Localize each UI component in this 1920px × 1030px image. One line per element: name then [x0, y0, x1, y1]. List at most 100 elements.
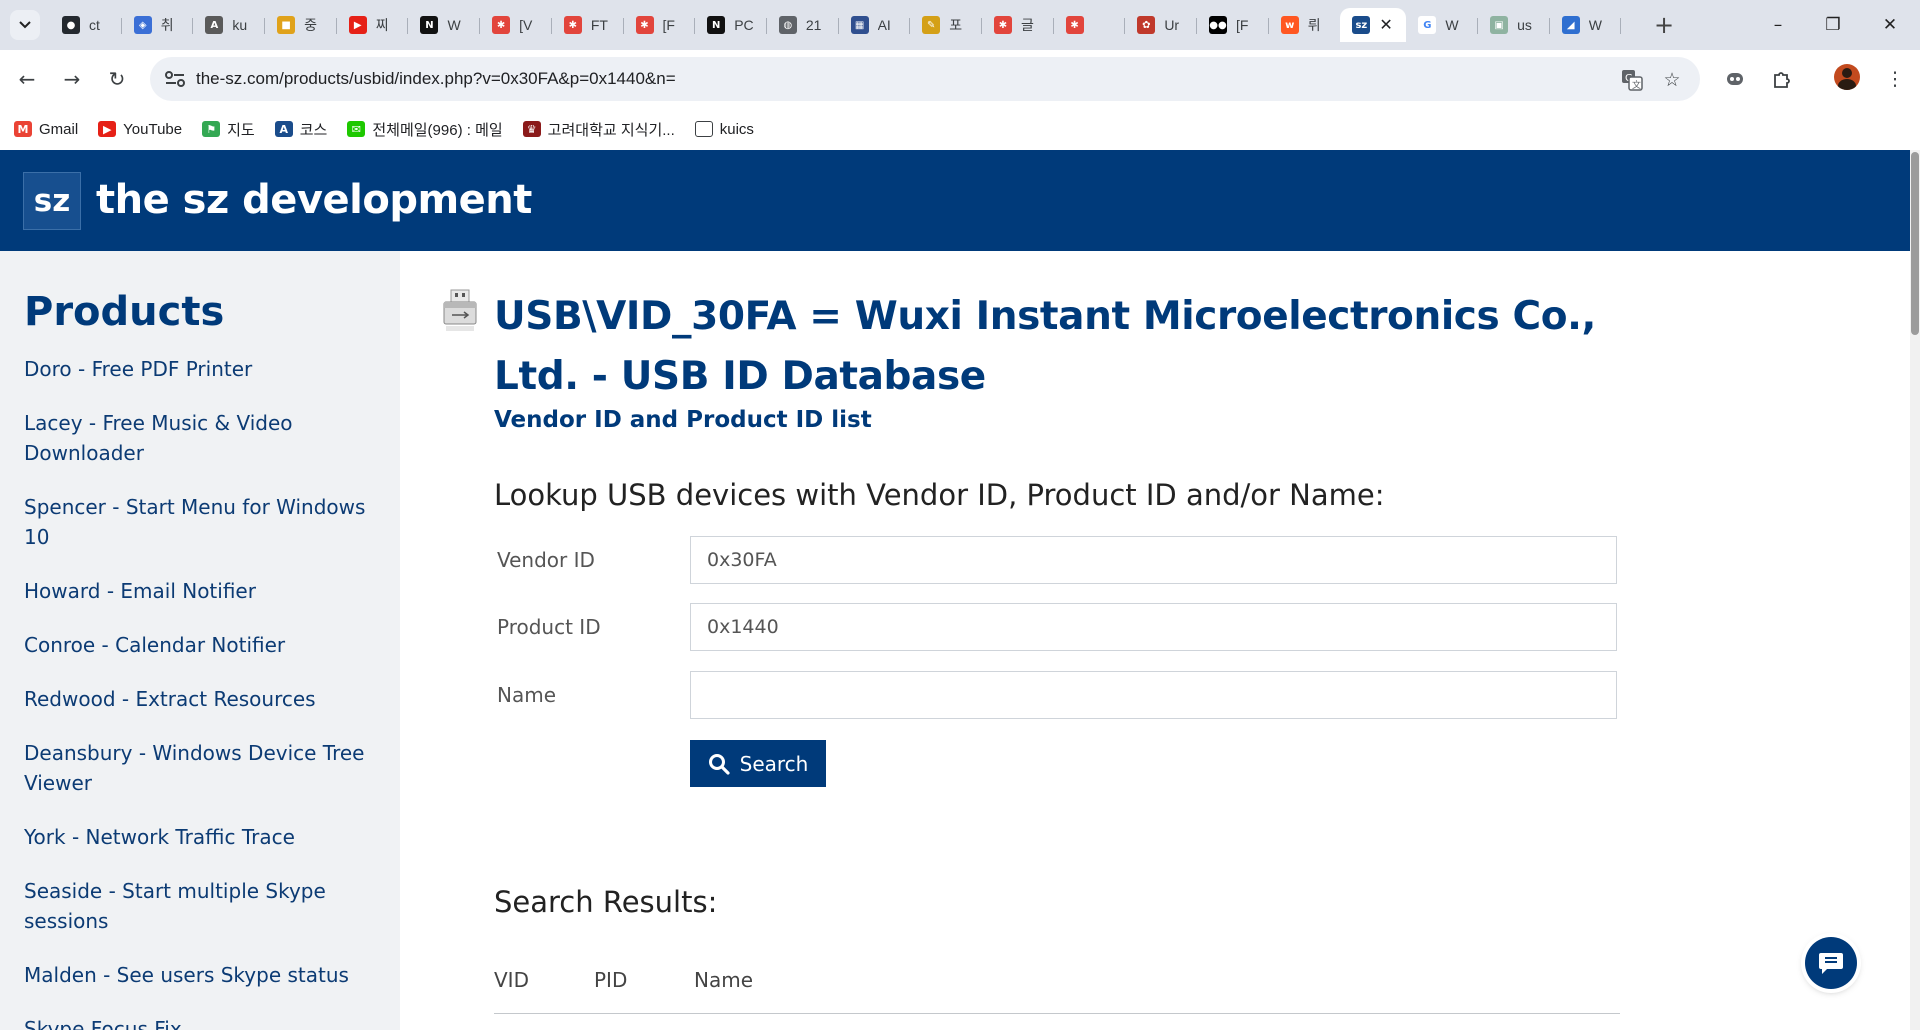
extensions-puzzle-icon[interactable]	[1767, 64, 1797, 94]
product-link-spencer[interactable]: Spencer - Start Menu for Windows 10	[24, 492, 384, 552]
tab[interactable]: ●● [F	[1197, 8, 1269, 42]
tab-title: PC	[734, 17, 754, 33]
tab-title: W	[1588, 17, 1602, 33]
svg-text:文: 文	[1632, 79, 1641, 91]
translate-icon[interactable]: G文	[1620, 68, 1644, 92]
name-label: Name	[497, 683, 557, 707]
product-link-redwood[interactable]: Redwood - Extract Resources	[24, 684, 384, 714]
tab[interactable]: w뤼	[1269, 8, 1341, 42]
close-window-button[interactable]: ✕	[1870, 10, 1910, 40]
site-header: sz the sz development	[0, 150, 1910, 251]
results-table-divider	[494, 1013, 1620, 1014]
tab[interactable]: ● ct	[50, 8, 122, 42]
column-header-pid[interactable]: PID	[594, 968, 627, 992]
bookmark-item[interactable]: ▭ kuics	[694, 120, 754, 138]
tab[interactable]: ✱ [V	[480, 8, 552, 42]
red-logo-icon: ✱	[1065, 16, 1084, 34]
tab-close-icon[interactable]: ✕	[1379, 15, 1392, 35]
bookmark-item[interactable]: M Gmail	[14, 121, 78, 138]
youtube-icon: ▶	[98, 121, 117, 137]
tab-title: Ur	[1164, 17, 1180, 33]
product-link-skype-focus-fix[interactable]: Skype Focus Fix	[24, 1014, 384, 1030]
github-icon: ●	[62, 16, 80, 34]
product-link-york[interactable]: York - Network Traffic Trace	[24, 822, 384, 852]
site-name[interactable]: the sz development	[96, 177, 532, 223]
restore-button[interactable]: ❐	[1813, 10, 1853, 40]
bookmark-item[interactable]: A 코스	[274, 119, 327, 140]
tab[interactable]: Aku	[193, 8, 265, 42]
minimize-button[interactable]: –	[1758, 10, 1798, 40]
tab[interactable]: ✱ 글	[982, 8, 1054, 42]
tab[interactable]: ▣ us	[1478, 8, 1550, 42]
tab[interactable]: ◍ 21	[767, 8, 839, 42]
tab[interactable]: N PC	[695, 8, 767, 42]
reload-button[interactable]: ↻	[102, 64, 132, 94]
results-heading: Search Results:	[494, 885, 718, 919]
product-link-doro[interactable]: Doro - Free PDF Printer	[24, 354, 384, 384]
bookmark-item[interactable]: ▶ YouTube	[98, 121, 182, 138]
site-info-icon[interactable]	[164, 69, 186, 89]
new-tab-button[interactable]: +	[1650, 10, 1678, 40]
tab[interactable]: ✱ FT	[552, 8, 624, 42]
tab[interactable]: ◈ 취	[122, 8, 194, 42]
bookmark-item[interactable]: ✉ 전체메일(996) : 메일	[347, 119, 503, 140]
bookmark-item[interactable]: ⚑ 지도	[202, 119, 255, 140]
product-link-malden[interactable]: Malden - See users Skype status	[24, 960, 384, 990]
tab[interactable]: ✿ Ur	[1125, 8, 1197, 42]
chat-bubble-icon	[1819, 953, 1843, 974]
maps-icon: ⚑	[202, 121, 221, 137]
tab[interactable]: ▦ AI	[839, 8, 911, 42]
product-link-conroe[interactable]: Conroe - Calendar Notifier	[24, 630, 384, 660]
bookmark-item[interactable]: ♛ 고려대학교 지식기...	[522, 119, 675, 140]
tab-active[interactable]: sz ✕	[1340, 8, 1407, 42]
tab-title: ku	[232, 17, 248, 33]
tab[interactable]: ✱ [F	[624, 8, 696, 42]
forward-button[interactable]: →	[57, 64, 87, 94]
name-input[interactable]	[690, 671, 1617, 719]
product-id-input[interactable]	[690, 603, 1617, 651]
tab[interactable]: ✱	[1054, 8, 1126, 42]
tab[interactable]: ◢ W	[1550, 8, 1622, 42]
google-icon: G	[1418, 16, 1437, 34]
column-header-name[interactable]: Name	[694, 968, 753, 992]
url-text[interactable]: the-sz.com/products/usbid/index.php?v=0x…	[196, 69, 676, 89]
extension-robot-icon[interactable]	[1720, 64, 1750, 94]
search-button[interactable]: Search	[690, 740, 826, 787]
column-header-vid[interactable]: VID	[494, 968, 529, 992]
ai-icon: ▦	[850, 16, 869, 34]
product-link-deansbury[interactable]: Deansbury - Windows Device Tree Viewer	[24, 738, 384, 798]
site-logo[interactable]: sz	[23, 172, 81, 230]
tab-title: 글	[1020, 17, 1034, 33]
tab[interactable]: ▶ 찌	[337, 8, 409, 42]
mail-icon: ✉	[347, 121, 366, 137]
tab[interactable]: ✎ 포	[910, 8, 982, 42]
crest-icon: ♛	[522, 121, 541, 137]
tab-title: [V	[519, 17, 533, 33]
back-button[interactable]: ←	[12, 64, 42, 94]
notion-icon: N	[707, 16, 726, 34]
tab[interactable]: NW	[408, 8, 480, 42]
bookmarks-bar: M Gmail ▶ YouTube ⚑ 지도 A 코스 ✉ 전체메일(996) : 메일 ♛ 고려대학…	[0, 108, 1920, 150]
gmail-icon: M	[14, 121, 32, 137]
main-content: USB\VID_30FA = Wuxi Instant Microelectro…	[400, 251, 1910, 1030]
vendor-id-input[interactable]	[690, 536, 1617, 584]
bookmark-star-icon[interactable]: ☆	[1660, 68, 1684, 92]
lookup-heading: Lookup USB devices with Vendor ID, Produ…	[494, 478, 1385, 512]
lock-icon: ■	[277, 16, 296, 34]
medium-icon: ●●	[1209, 16, 1227, 34]
profile-avatar[interactable]	[1834, 64, 1860, 90]
product-link-seaside[interactable]: Seaside - Start multiple Skype sessions	[24, 876, 384, 936]
red-logo-icon: ✱	[563, 16, 582, 34]
scrollbar-thumb[interactable]	[1911, 152, 1919, 335]
usb-drive-icon	[443, 289, 477, 331]
menu-dots-icon[interactable]: ⋮	[1880, 64, 1910, 94]
bookmark-label: kuics	[719, 120, 754, 138]
chat-button[interactable]	[1805, 937, 1857, 989]
tab-title: FT	[590, 17, 608, 33]
tab[interactable]: GW	[1406, 8, 1478, 42]
tab-search-button[interactable]	[10, 10, 40, 40]
tab[interactable]: ■ 중	[265, 8, 337, 42]
product-link-lacey[interactable]: Lacey - Free Music & Video Downloader	[24, 408, 384, 468]
product-link-howard[interactable]: Howard - Email Notifier	[24, 576, 384, 606]
address-bar[interactable]: the-sz.com/products/usbid/index.php?v=0x…	[150, 57, 1700, 101]
